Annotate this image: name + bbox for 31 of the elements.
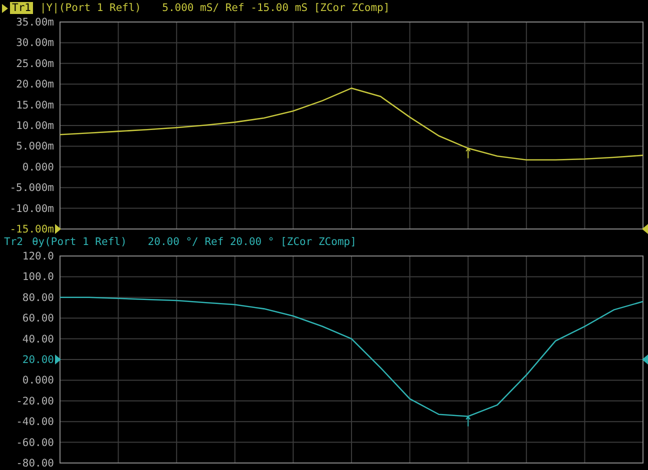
axis-tick-label: -10.00m xyxy=(10,202,54,215)
axis-tick-label: 0.000 xyxy=(22,161,54,174)
marker-arrow[interactable] xyxy=(466,147,471,159)
axis-tick-label: 25.00m xyxy=(16,58,54,70)
trace-format-label: |Y|(Port 1 Refl) xyxy=(40,2,142,14)
axis-tick-label: -60.00 xyxy=(16,436,54,449)
axis-tick-label: 40.00 xyxy=(22,333,54,346)
trace-label[interactable]: Tr2 xyxy=(2,236,25,248)
axis-tick-label: 15.00m xyxy=(16,99,54,112)
trace-badge[interactable]: Tr1 xyxy=(10,2,33,14)
axis-tick-label: -40.00 xyxy=(16,416,54,428)
axis-tick-label: 20.00 xyxy=(22,354,54,366)
marker-arrow[interactable] xyxy=(466,416,471,427)
trace-format-label: θy(Port 1 Refl) xyxy=(32,236,127,248)
axis-tick-label: 80.00 xyxy=(22,292,54,304)
axis-tick-label: 10.00m xyxy=(16,120,54,132)
axis-tick-label: 120.0 xyxy=(22,251,54,262)
axis-tick-label: -80.00 xyxy=(16,458,54,468)
axis-tick-label: 0.000 xyxy=(22,374,54,387)
axis-tick-label: -5.000m xyxy=(10,182,54,194)
axis-tick-label: 5.000m xyxy=(16,140,54,153)
axis-tick-label: 60.00 xyxy=(22,312,54,325)
axis-tick-label: -15.00m xyxy=(10,224,54,234)
axis-tick-label: 35.00m xyxy=(16,17,54,28)
scale-label: 5.000 mS/ Ref -15.00 mS [ZCor ZComp] xyxy=(162,2,390,14)
axis-tick-label: 100.0 xyxy=(22,271,54,284)
axis-tick-label: -20.00 xyxy=(16,395,54,408)
axis-tick-label: 20.00m xyxy=(16,78,54,91)
scale-label: 20.00 °/ Ref 20.00 ° [ZCor ZComp] xyxy=(148,236,356,248)
axis-tick-label: 30.00m xyxy=(16,37,54,50)
triangle-icon xyxy=(2,4,8,12)
